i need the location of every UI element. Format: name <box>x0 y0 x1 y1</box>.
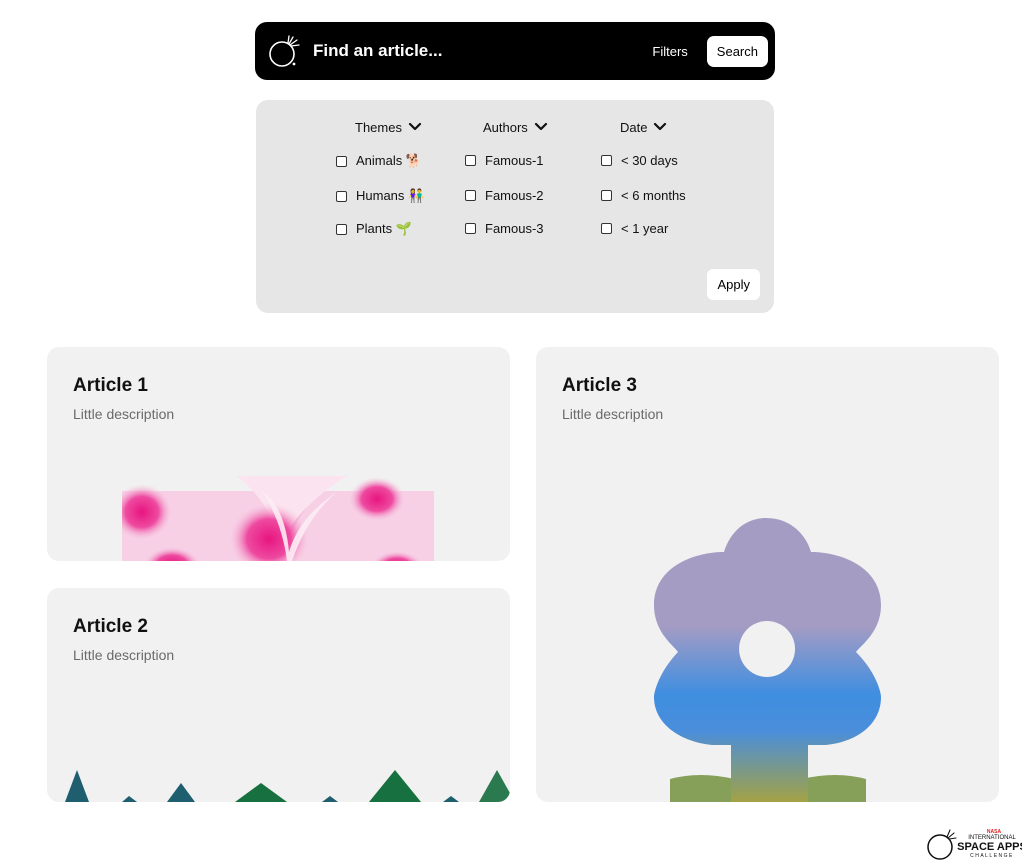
space-apps-brand-logo: NASA INTERNATIONAL SPACE APPS CHALLENGE <box>927 829 1022 860</box>
chevron-down-icon <box>408 122 422 131</box>
article-title: Article 1 <box>73 375 148 396</box>
article-title: Article 3 <box>562 375 637 396</box>
checkbox-6-months[interactable] <box>601 190 612 201</box>
apply-button[interactable]: Apply <box>707 269 760 300</box>
checkbox-30-days[interactable] <box>601 155 612 166</box>
date-dropdown[interactable]: Date <box>620 118 667 136</box>
article-description: Little description <box>73 406 175 422</box>
themes-dropdown[interactable]: Themes <box>355 118 422 136</box>
checkbox-animals[interactable] <box>336 155 347 167</box>
checkbox-famous-3[interactable] <box>465 223 476 234</box>
themes-column: Themes <box>355 118 422 136</box>
option-label: < 1 year <box>621 221 669 236</box>
brand-space-apps: SPACE APPS <box>957 841 1022 853</box>
checkbox-famous-2[interactable] <box>465 190 476 201</box>
authors-dropdown[interactable]: Authors <box>483 118 548 136</box>
option-label: Animals 🐕 <box>356 153 423 168</box>
search-bar: Filters Search <box>255 22 775 80</box>
article-title: Article 2 <box>73 616 148 637</box>
option-label: Plants 🌱 <box>356 221 412 236</box>
filters-panel: Themes Animals 🐕 Humans 👫 Plants 🌱 Autho… <box>256 100 774 313</box>
option-plants[interactable]: Plants 🌱 <box>336 221 412 237</box>
checkbox-famous-1[interactable] <box>465 155 476 166</box>
option-1-year[interactable]: < 1 year <box>601 221 668 236</box>
article-card-2[interactable]: Article 2 Little description <box>47 588 510 802</box>
option-6-months[interactable]: < 6 months <box>601 188 686 203</box>
checkbox-humans[interactable] <box>336 190 347 202</box>
checkbox-plants[interactable] <box>336 223 347 235</box>
filters-button[interactable]: Filters <box>652 44 687 59</box>
authors-label: Authors <box>483 119 528 135</box>
option-famous-3[interactable]: Famous-3 <box>465 221 544 236</box>
chevron-down-icon <box>534 122 547 131</box>
option-label: Famous-1 <box>485 153 544 168</box>
space-apps-logo-icon <box>269 35 300 67</box>
article-card-3[interactable]: Article 3 Little description <box>536 347 999 802</box>
search-input[interactable] <box>313 41 653 61</box>
themes-label: Themes <box>355 119 402 135</box>
article-description: Little description <box>562 406 664 422</box>
option-famous-2[interactable]: Famous-2 <box>465 188 544 203</box>
article-card-1[interactable]: Article 1 Little description <box>47 347 510 561</box>
brand-challenge: CHALLENGE <box>970 853 1014 859</box>
option-label: < 30 days <box>621 153 678 168</box>
option-label: Humans 👫 <box>356 188 425 203</box>
option-famous-1[interactable]: Famous-1 <box>465 153 544 168</box>
option-label: Famous-3 <box>485 221 544 236</box>
date-column: Date <box>620 118 667 136</box>
article-description: Little description <box>73 647 175 663</box>
search-button[interactable]: Search <box>706 35 768 67</box>
chevron-down-icon <box>654 122 667 131</box>
date-label: Date <box>620 119 648 135</box>
option-humans[interactable]: Humans 👫 <box>336 188 424 204</box>
checkbox-1-year[interactable] <box>601 223 612 234</box>
option-label: < 6 months <box>621 188 686 203</box>
option-label: Famous-2 <box>485 188 544 203</box>
option-30-days[interactable]: < 30 days <box>601 153 678 168</box>
option-animals[interactable]: Animals 🐕 <box>336 153 422 169</box>
authors-column: Authors <box>483 118 548 136</box>
page: Filters Search Themes Animals 🐕 Humans 👫… <box>0 0 1030 866</box>
